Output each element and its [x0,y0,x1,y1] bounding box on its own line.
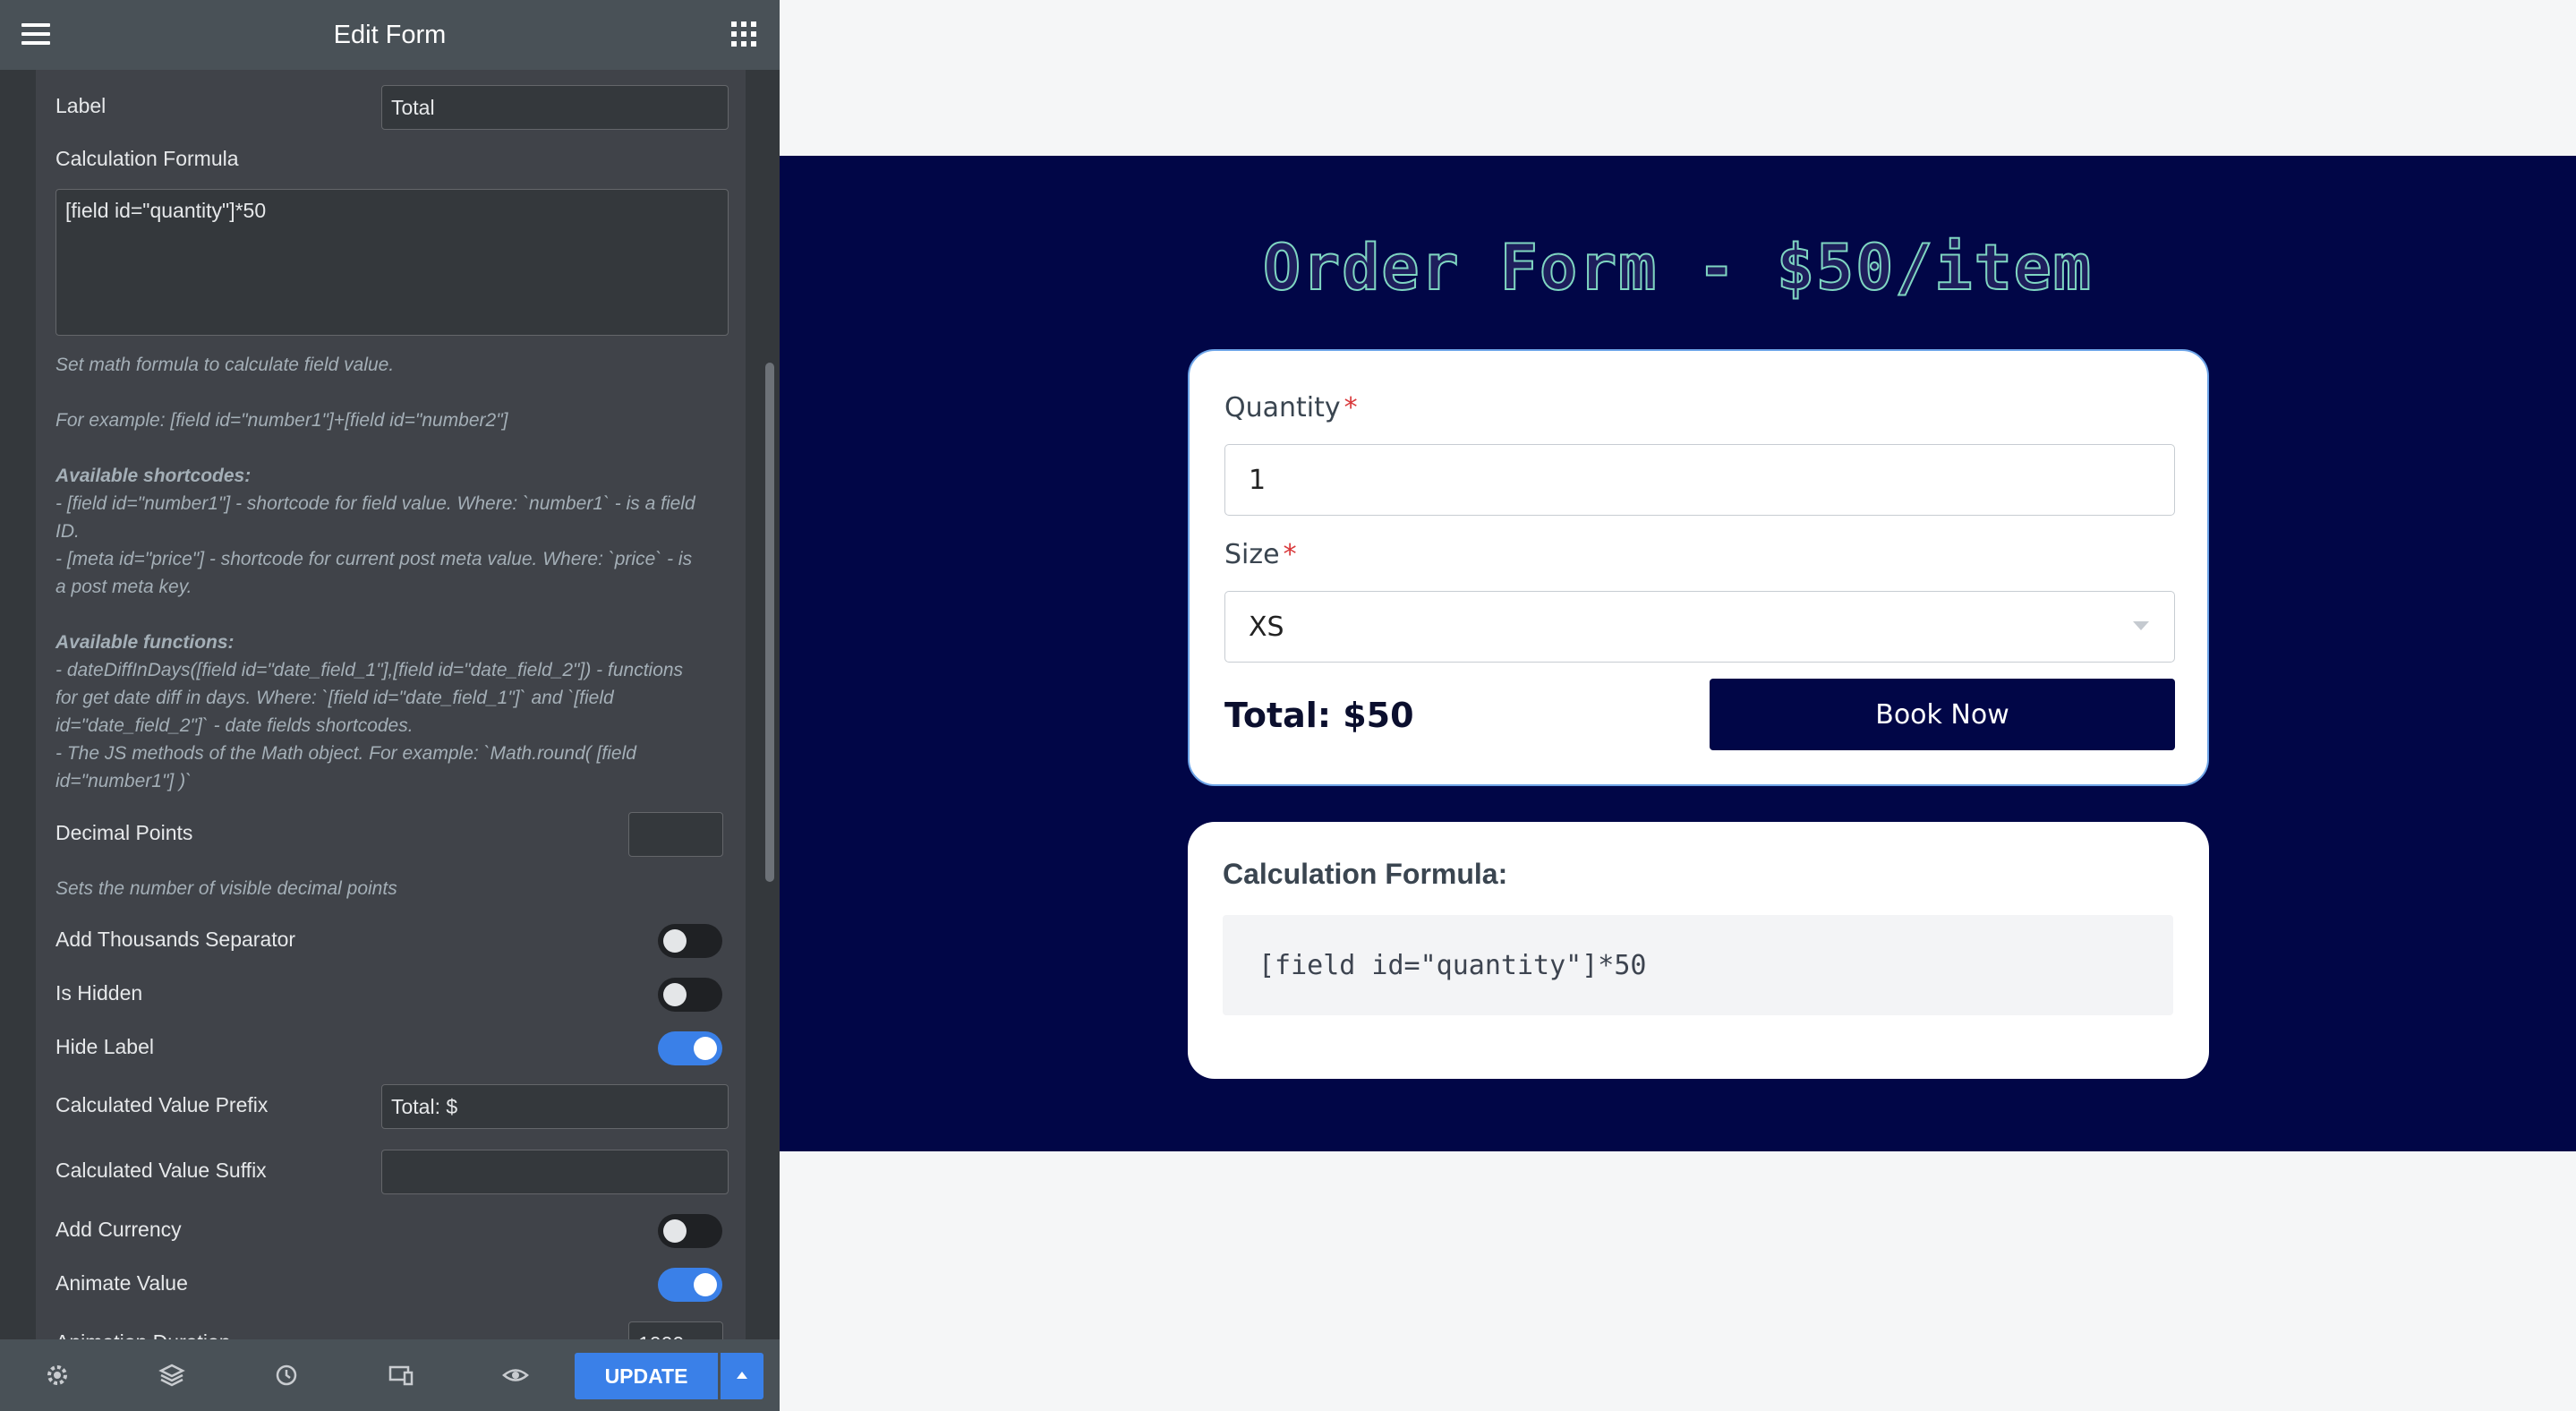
animate-value-label: Animate Value [55,1271,188,1295]
preview-eye-icon[interactable] [501,1361,530,1390]
decimal-points-label: Decimal Points [55,821,193,844]
formula-help-text: Set math formula to calculate field valu… [55,355,695,791]
hide-label-label: Hide Label [55,1035,154,1058]
formula-textarea[interactable]: [field id="quantity"]*50 [55,189,729,336]
settings-icon[interactable] [43,1361,72,1390]
panel-controls[interactable]: Label Total Calculation Formula [field i… [36,70,746,1339]
animate-value-toggle[interactable] [658,1268,722,1302]
is-hidden-label: Is Hidden [55,981,143,1005]
value-prefix-label: Calculated Value Prefix [55,1093,269,1116]
formula-card: Calculation Formula: [field id="quantity… [1188,822,2209,1079]
size-label: Size * [1224,539,1297,570]
size-selected-value: XS [1249,611,1284,643]
history-icon[interactable] [272,1361,301,1390]
quantity-label: Quantity * [1224,392,1358,423]
formula-field-label: Calculation Formula [55,147,239,170]
formula-code-block: [field id="quantity"]*50 [1223,915,2173,1015]
quantity-input[interactable]: 1 [1224,444,2175,516]
apps-grid-icon[interactable] [731,21,756,47]
formula-card-title: Calculation Formula: [1223,858,1508,890]
book-now-button[interactable]: Book Now [1710,679,2175,750]
panel-title: Edit Form [333,21,447,49]
value-suffix-label: Calculated Value Suffix [55,1159,267,1182]
form-title: Order Form - $50/item [1262,230,2093,305]
select-caret-icon [2133,621,2149,630]
label-input[interactable]: Total [381,85,729,130]
hide-label-toggle[interactable] [658,1031,722,1065]
add-currency-label: Add Currency [55,1218,182,1241]
decimal-points-help: Sets the number of visible decimal point… [55,878,397,899]
label-field-label: Label [55,94,107,117]
decimal-points-input[interactable] [628,812,723,857]
update-button[interactable]: UPDATE [575,1353,718,1399]
total-value: Total: $50 [1224,696,1414,735]
animation-duration-input[interactable]: 1000 [628,1321,723,1339]
layers-icon[interactable] [158,1361,186,1390]
thousands-separator-toggle[interactable] [658,924,722,958]
caret-up-icon[interactable] [721,1353,763,1399]
is-hidden-toggle[interactable] [658,978,722,1012]
animation-duration-label: Animation Duration [55,1330,231,1339]
editor-panel: Edit Form Label Total Calculation Formul… [0,0,780,1411]
size-select[interactable]: XS [1224,591,2175,663]
responsive-icon[interactable] [387,1361,415,1390]
value-prefix-input[interactable]: Total: $ [381,1084,729,1129]
panel-header: Edit Form [0,0,780,70]
order-form-card[interactable]: Quantity * 1 Size * XS Total: $50 Book Now [1188,349,2209,786]
value-suffix-input[interactable] [381,1150,729,1194]
add-currency-toggle[interactable] [658,1214,722,1248]
thousands-separator-label: Add Thousands Separator [55,928,296,951]
panel-scrollbar[interactable] [765,363,774,882]
